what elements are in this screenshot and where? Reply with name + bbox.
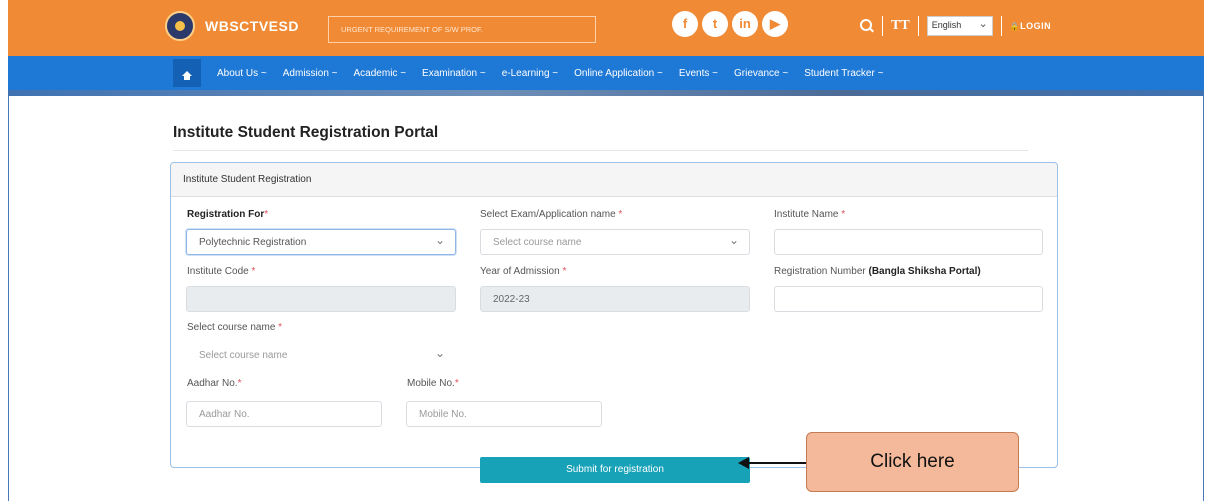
banner-strip bbox=[8, 90, 1204, 96]
mobile-label: Mobile No.* bbox=[407, 378, 459, 389]
nav-academic[interactable]: Academic ~ bbox=[346, 68, 415, 79]
course-name-placeholder: Select course name bbox=[199, 350, 288, 361]
registration-number-input[interactable] bbox=[774, 286, 1043, 312]
nav-events[interactable]: Events ~ bbox=[671, 68, 726, 79]
header-tools: TT English 🔒LOGIN bbox=[860, 14, 1051, 38]
nav-e-learning[interactable]: e-Learning ~ bbox=[494, 68, 566, 79]
registration-number-label: Registration Number (Bangla Shiksha Port… bbox=[774, 266, 981, 277]
callout-arrow-icon bbox=[738, 457, 749, 469]
aadhar-placeholder: Aadhar No. bbox=[199, 409, 250, 420]
panel-title: Institute Student Registration bbox=[171, 163, 1057, 197]
nav-examination[interactable]: Examination ~ bbox=[414, 68, 494, 79]
aadhar-label: Aadhar No.* bbox=[187, 378, 242, 389]
exam-name-label: Select Exam/Application name * bbox=[480, 209, 623, 220]
home-button[interactable] bbox=[173, 59, 201, 87]
nav-about-us[interactable]: About Us ~ bbox=[209, 68, 275, 79]
divider bbox=[1000, 16, 1002, 36]
brand-name[interactable]: WBSCTVESD bbox=[205, 18, 299, 34]
divider bbox=[882, 16, 883, 36]
login-link[interactable]: 🔒LOGIN bbox=[1010, 21, 1051, 31]
registration-for-value: Polytechnic Registration bbox=[199, 237, 307, 248]
lock-icon: 🔒 bbox=[1009, 22, 1021, 31]
linkedin-icon[interactable]: in bbox=[732, 11, 758, 37]
registration-for-select[interactable]: Polytechnic Registration bbox=[186, 229, 456, 255]
mobile-input[interactable]: Mobile No. bbox=[406, 401, 602, 427]
search-icon[interactable] bbox=[860, 19, 874, 33]
home-icon bbox=[182, 70, 192, 80]
divider bbox=[917, 16, 919, 36]
mobile-placeholder: Mobile No. bbox=[419, 409, 467, 420]
login-label: LOGIN bbox=[1020, 21, 1052, 31]
year-of-admission-input: 2022-23 bbox=[480, 286, 750, 312]
year-of-admission-label: Year of Admission * bbox=[480, 266, 567, 277]
nav-student-tracker[interactable]: Student Tracker ~ bbox=[796, 68, 891, 79]
course-name-select[interactable]: Select course name bbox=[186, 342, 456, 368]
main-nav: About Us ~ Admission ~ Academic ~ Examin… bbox=[173, 56, 891, 90]
exam-name-select[interactable]: Select course name bbox=[480, 229, 750, 255]
youtube-icon[interactable]: ▶ bbox=[762, 11, 788, 37]
exam-name-placeholder: Select course name bbox=[493, 237, 582, 248]
institute-code-input bbox=[186, 286, 456, 312]
ticker-text: URGENT REQUIREMENT OF S/W PROF. bbox=[341, 25, 483, 34]
registration-for-label: Registration For* bbox=[187, 209, 269, 220]
site-logo[interactable] bbox=[165, 11, 195, 41]
facebook-icon[interactable]: f bbox=[672, 11, 698, 37]
institute-name-input[interactable] bbox=[774, 229, 1043, 255]
submit-registration-button[interactable]: Submit for registration bbox=[480, 457, 750, 483]
aadhar-input[interactable]: Aadhar No. bbox=[186, 401, 382, 427]
nav-online-application[interactable]: Online Application ~ bbox=[566, 68, 671, 79]
font-size-icon[interactable]: TT bbox=[891, 18, 910, 34]
twitter-icon[interactable]: t bbox=[702, 11, 728, 37]
news-ticker[interactable]: URGENT REQUIREMENT OF S/W PROF. bbox=[328, 16, 596, 43]
language-select[interactable]: English bbox=[926, 16, 993, 36]
institute-code-label: Institute Code * bbox=[187, 266, 256, 277]
course-name-label: Select course name * bbox=[187, 322, 283, 333]
title-divider bbox=[173, 150, 1028, 151]
year-of-admission-value: 2022-23 bbox=[493, 294, 530, 305]
nav-grievance[interactable]: Grievance ~ bbox=[726, 68, 796, 79]
callout-arrow-line bbox=[748, 462, 806, 464]
nav-admission[interactable]: Admission ~ bbox=[275, 68, 346, 79]
click-here-callout: Click here bbox=[806, 432, 1019, 492]
institute-name-label: Institute Name * bbox=[774, 209, 846, 220]
page-title: Institute Student Registration Portal bbox=[173, 124, 439, 141]
